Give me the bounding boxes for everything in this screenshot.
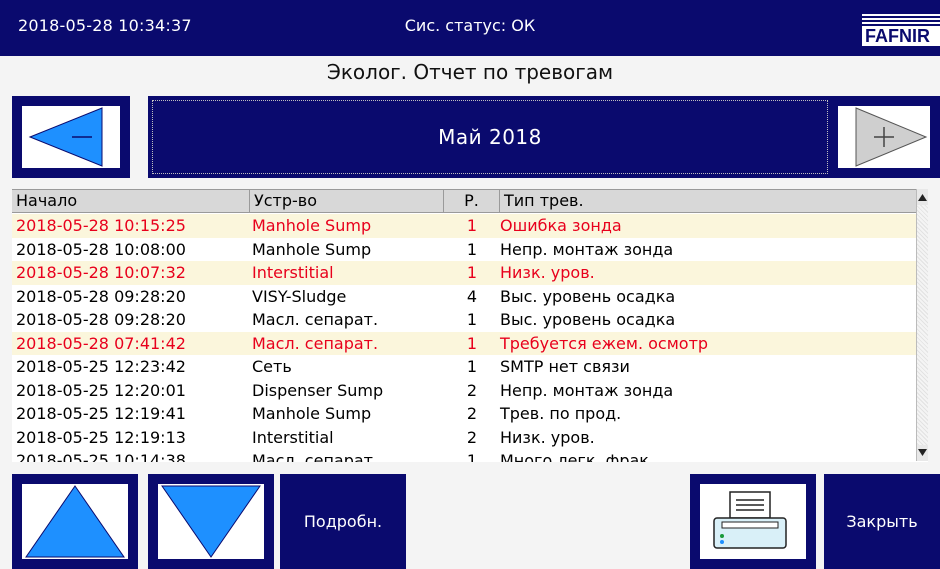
arrow-right-icon [855,107,928,167]
cell-start: 2018-05-25 12:23:42 [16,357,186,376]
cell-alarm-type: Много легк. фрак. [500,451,655,462]
status-bar: 2018-05-28 10:34:37 Сис. статус: ОК FAFN… [0,0,940,56]
cell-start: 2018-05-25 12:19:13 [16,427,186,447]
cell-device: Масл. сепарат. [252,333,379,353]
cell-alarm-type: Низк. уров. [500,427,595,447]
table-row[interactable]: 2018-05-28 09:28:20 VISY-Sludge 4 Выс. уров… [12,285,920,309]
cell-device: Interstitial [252,263,334,282]
cell-r: 1 [466,310,478,329]
prev-month-button[interactable] [12,96,130,178]
table-row[interactable]: 2018-05-28 10:08:00 Manhole Sump 1 Непр. мо… [12,238,920,262]
month-display: Май 2018 [148,96,832,178]
table-row[interactable]: 2018-05-25 12:19:41 Manhole Sump 2 Трев. по… [12,402,920,426]
fafnir-logo: FAFNIR [862,14,940,46]
cell-r: 4 [466,286,478,306]
cell-start: 2018-05-28 07:41:42 [16,333,186,353]
table-row[interactable]: 2018-05-25 10:14:38 Масл. сепарат. 1 Много … [12,449,920,462]
cell-r: 2 [466,380,478,400]
printer-icon [713,491,787,549]
scroll-up-arrow[interactable] [917,189,928,205]
triangle-up-icon [25,485,125,558]
details-button[interactable]: Подробн. [280,474,406,569]
month-label: Май 2018 [438,125,542,149]
cell-r: 2 [466,427,478,447]
column-header-start[interactable]: Начало [12,190,250,212]
cell-alarm-type: SMTP нет связи [500,357,630,376]
system-status: Сис. статус: ОК [404,16,536,35]
close-button-label: Закрыть [846,512,918,531]
cell-r: 1 [466,263,478,282]
cell-start: 2018-05-28 10:07:32 [16,263,186,282]
table-row[interactable]: 2018-05-28 10:07:32 Interstitial 1 Низк. ур… [12,261,920,285]
table-row[interactable]: 2018-05-28 09:28:20 Масл. сепарат. 1 Выс. у… [12,308,920,332]
cell-alarm-type: Выс. уровень осадка [500,286,676,306]
cell-device: Manhole Sump [252,239,372,259]
cell-r: 2 [466,404,478,423]
column-header-alarm-type[interactable]: Тип трев. [500,190,922,212]
cell-alarm-type: Непр. монтаж зонда [500,380,674,400]
cell-start: 2018-05-28 09:28:20 [16,286,186,306]
arrow-left-icon [28,107,103,167]
cell-r: 1 [466,451,478,462]
table-row[interactable]: 2018-05-28 07:41:42 Масл. сепарат. 1 Требуе… [12,331,920,355]
table-body: 2018-05-28 10:15:25 Manhole Sump 1 Ошибка з… [12,214,920,462]
triangle-down-icon [161,485,261,558]
column-header-r[interactable]: Р. [444,190,500,212]
details-button-label: Подробн. [303,512,383,531]
print-button[interactable] [690,474,816,569]
column-header-device[interactable]: Устр-во [250,190,444,212]
cell-alarm-type: Ошибка зонда [500,216,622,235]
cell-r: 1 [466,216,478,235]
cell-r: 1 [466,333,478,353]
cell-device: Сеть [252,357,292,376]
cell-device: Масл. сепарат. [252,451,379,462]
table-row[interactable]: 2018-05-28 10:15:25 Manhole Sump 1 Ошибка з… [12,214,920,238]
cell-alarm-type: Трев. по прод. [500,404,622,423]
cell-alarm-type: Требуется ежем. осмотр [500,333,709,353]
cell-start: 2018-05-25 10:14:38 [16,451,186,462]
cell-device: Dispenser Sump [252,380,384,400]
table-row[interactable]: 2018-05-25 12:23:42 Сеть 1 SMTP нет связи [12,355,920,379]
cell-device: Interstitial [252,427,334,447]
alarm-table: Начало Устр-во Р. Тип трев. 2018-05-28 1… [12,189,928,462]
table-row[interactable]: 2018-05-25 12:20:01 Dispenser Sump 2 Непр. … [12,379,920,403]
cell-device: VISY-Sludge [252,286,347,306]
cell-device: Manhole Sump [252,216,372,235]
cell-start: 2018-05-28 09:28:20 [16,310,186,329]
cell-start: 2018-05-28 10:08:00 [16,239,186,259]
logo-text: FAFNIR [862,26,940,46]
cell-device: Manhole Sump [252,404,372,423]
next-month-button[interactable] [828,96,940,178]
cell-r: 1 [466,239,478,259]
scroll-down-button[interactable] [148,474,274,569]
close-button[interactable]: Закрыть [824,474,940,569]
cell-start: 2018-05-25 12:20:01 [16,380,186,400]
cell-r: 1 [466,357,478,376]
cell-alarm-type: Непр. монтаж зонда [500,239,674,259]
cell-device: Масл. сепарат. [252,310,379,329]
cell-alarm-type: Выс. уровень осадка [500,310,676,329]
scroll-up-button[interactable] [12,474,138,569]
cell-start: 2018-05-28 10:15:25 [16,216,186,235]
table-scrollbar[interactable] [916,189,928,461]
cell-alarm-type: Низк. уров. [500,263,595,282]
scroll-down-arrow[interactable] [917,445,928,461]
cell-start: 2018-05-25 12:19:41 [16,404,186,423]
table-header: Начало Устр-во Р. Тип трев. [12,190,928,213]
table-row[interactable]: 2018-05-25 12:19:13 Interstitial 2 Низк. ур… [12,426,920,450]
page-title: Эколог. Отчет по тревогам [326,60,614,84]
